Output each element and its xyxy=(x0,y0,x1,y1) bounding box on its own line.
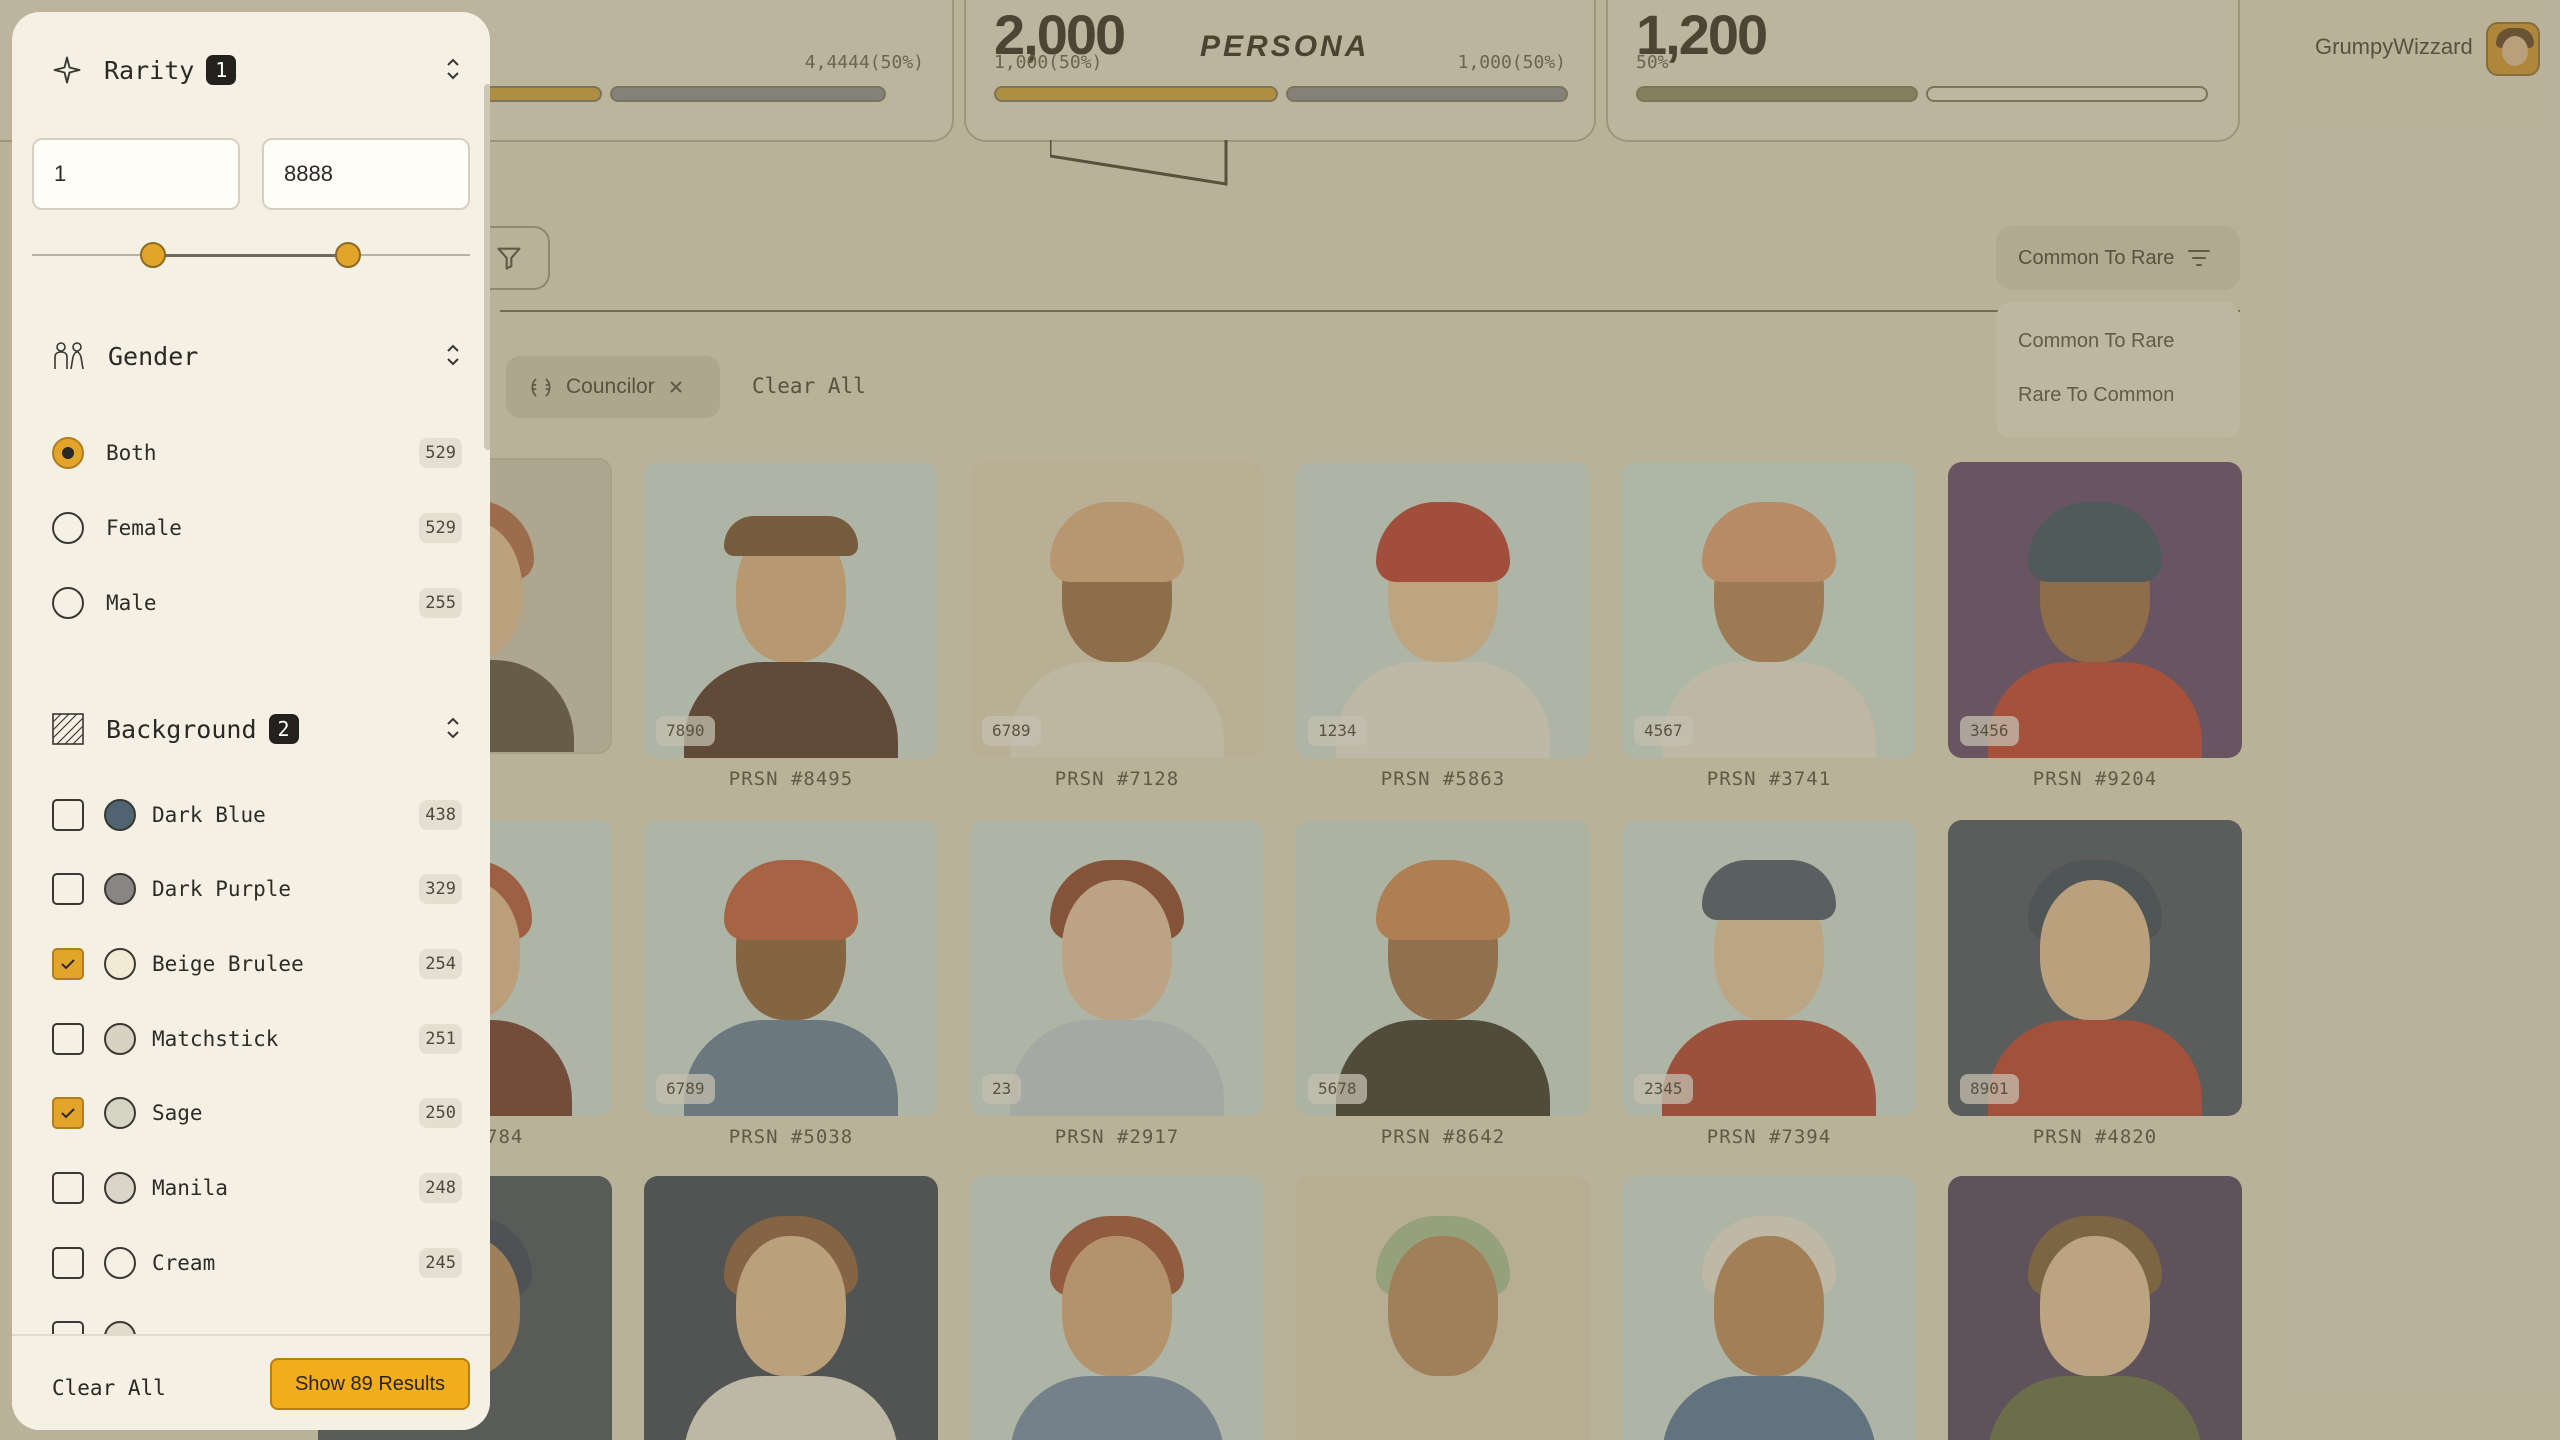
rarity-slider-range xyxy=(153,254,348,257)
sparkle-icon xyxy=(53,56,81,84)
hatched-square-icon xyxy=(52,713,84,745)
chevron-up-down-icon xyxy=(447,344,459,366)
option-count: 529 xyxy=(419,438,462,468)
option-count: 248 xyxy=(419,1173,462,1203)
checkmark-icon xyxy=(61,959,75,970)
rarity-min-input[interactable] xyxy=(32,138,240,210)
color-swatch xyxy=(104,948,136,980)
radio-button[interactable] xyxy=(52,587,84,619)
gender-section-header[interactable]: Gender xyxy=(52,336,462,376)
rarity-max-input[interactable] xyxy=(262,138,470,210)
clear-all-button[interactable]: Clear All xyxy=(52,1376,166,1400)
option-count: 438 xyxy=(419,800,462,830)
chevron-up-down-icon xyxy=(447,717,459,739)
option-label: Both xyxy=(106,441,157,465)
rarity-slider-min-handle[interactable] xyxy=(140,242,166,268)
radio-button[interactable] xyxy=(52,512,84,544)
option-label: Dark Purple xyxy=(152,877,292,901)
section-title: Rarity xyxy=(104,55,195,85)
checkbox[interactable] xyxy=(52,948,84,980)
option-label: Beige Brulee xyxy=(152,952,304,976)
gender-option-both[interactable]: Both 529 xyxy=(52,433,462,473)
option-count: 250 xyxy=(419,1098,462,1128)
color-swatch xyxy=(104,799,136,831)
section-title: Background xyxy=(106,714,257,744)
checkmark-icon xyxy=(61,1108,75,1119)
option-count: 255 xyxy=(419,588,462,618)
background-option-dark-purple[interactable]: Dark Purple 329 xyxy=(52,869,462,909)
option-count: 251 xyxy=(419,1024,462,1054)
drawer-footer: Clear All Show 89 Results xyxy=(12,1334,490,1430)
option-label: Female xyxy=(106,516,182,540)
rarity-slider-max-handle[interactable] xyxy=(335,242,361,268)
background-option-manila[interactable]: Manila 248 xyxy=(52,1168,462,1208)
rarity-section-header[interactable]: Rarity 1 xyxy=(52,50,462,90)
option-label: Manila xyxy=(152,1176,228,1200)
background-option-dark-blue[interactable]: Dark Blue 438 xyxy=(52,795,462,835)
option-count: 245 xyxy=(419,1248,462,1278)
color-swatch xyxy=(104,1172,136,1204)
selected-count-badge: 1 xyxy=(206,55,237,85)
gender-option-female[interactable]: Female 529 xyxy=(52,508,462,548)
option-label: Matchstick xyxy=(152,1027,279,1051)
radio-button[interactable] xyxy=(52,437,84,469)
show-results-button[interactable]: Show 89 Results xyxy=(270,1358,470,1410)
gender-icon xyxy=(54,342,84,370)
background-option-matchstick[interactable]: Matchstick 251 xyxy=(52,1019,462,1059)
option-count: 254 xyxy=(419,949,462,979)
background-option-sage[interactable]: Sage 250 xyxy=(52,1093,462,1133)
checkbox[interactable] xyxy=(52,1097,84,1129)
color-swatch xyxy=(104,873,136,905)
option-count: 529 xyxy=(419,513,462,543)
color-swatch xyxy=(104,1097,136,1129)
checkbox[interactable] xyxy=(52,799,84,831)
option-label: Sage xyxy=(152,1101,203,1125)
background-option-cream[interactable]: Cream 245 xyxy=(52,1243,462,1283)
checkbox[interactable] xyxy=(52,1247,84,1279)
drawer-scrollbar[interactable] xyxy=(484,84,490,450)
option-count: 329 xyxy=(419,874,462,904)
option-label: Dark Blue xyxy=(152,803,266,827)
checkbox[interactable] xyxy=(52,873,84,905)
selected-count-badge: 2 xyxy=(268,714,299,744)
filter-drawer: Rarity 1 Gender Both 529 Female 529 Male… xyxy=(12,12,490,1430)
gender-option-male[interactable]: Male 255 xyxy=(52,583,462,623)
color-swatch xyxy=(104,1247,136,1279)
option-label: Cream xyxy=(152,1251,216,1275)
chevron-up-down-icon xyxy=(447,58,459,80)
background-option-beige-brulee[interactable]: Beige Brulee 254 xyxy=(52,944,462,984)
background-section-header[interactable]: Background 2 xyxy=(52,709,462,749)
color-swatch xyxy=(104,1023,136,1055)
option-label: Male xyxy=(106,591,157,615)
checkbox[interactable] xyxy=(52,1172,84,1204)
checkbox[interactable] xyxy=(52,1023,84,1055)
section-title: Gender xyxy=(108,341,199,371)
